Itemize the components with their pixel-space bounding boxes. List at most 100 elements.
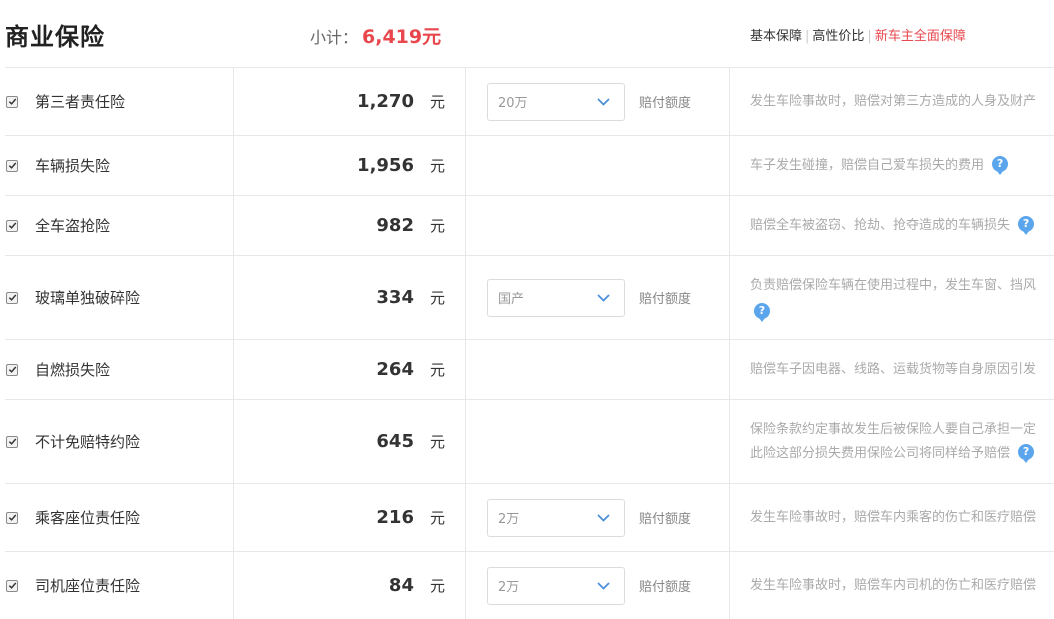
row-checkbox[interactable] [6,291,18,304]
premium-unit: 元 [429,289,445,307]
premium-value: 334 [376,287,414,308]
header: 商业保险 小计： 6,419元 基本保障 | 高性价比 | 新车主全面保障 [0,0,1054,68]
row-checkbox[interactable] [6,435,18,448]
description: 保险条款约定事故发生后被保险人要自己承担一定 此险这部分损失费用保险公司将同样给予… [750,418,1036,466]
coverage-select[interactable]: 2万 [487,566,625,605]
subtotal-amount: 6,419元 [362,26,442,48]
description-line: 赔偿全车被盗窃、抢劫、抢夺造成的车辆损失 [750,217,1011,233]
description-line: 发生车险事故时，赔偿车内乘客的伤亡和医疗赔偿 [750,509,1037,525]
price-cell: 264 元 [234,340,466,399]
premium-unit: 元 [429,361,445,379]
check-icon [8,98,16,105]
description: 赔偿全车被盗窃、抢劫、抢夺造成的车辆损失? [750,214,1035,238]
description-line: 保险条款约定事故发生后被保险人要自己承担一定 [750,421,1037,437]
insurance-name: 第三者责任险 [35,93,126,111]
insurance-row: 玻璃单独破碎险 334 元 国产 赔付额度 负责赔偿保险车辆在使用过程中，发生车窗… [5,255,1054,339]
row-checkbox[interactable] [6,95,18,108]
option-cell: 2万 赔付额度 [466,484,730,551]
insurance-row: 车辆损失险 1,956 元 车子发生碰撞，赔偿自己爱车损失的费用? [5,135,1054,195]
description: 负责赔偿保险车辆在使用过程中，发生车窗、挡风? [750,274,1036,322]
help-icon[interactable]: ? [992,156,1009,175]
tab-value[interactable]: 高性价比 [812,29,864,44]
name-cell: 全车盗抢险 [5,196,234,255]
option-cell [466,136,730,195]
price-cell: 216 元 [234,484,466,551]
description-cell: 发生车险事故时，赔偿车内司机的伤亡和医疗赔偿 [730,552,1054,619]
insurance-row: 乘客座位责任险 216 元 2万 赔付额度 发生车险事故时，赔偿车内乘客的伤亡和医… [5,483,1054,551]
premium-unit: 元 [429,217,445,235]
premium-value: 84 [388,575,414,596]
option-cell: 2万 赔付额度 [466,552,730,619]
price-cell: 645 元 [234,400,466,483]
description: 发生车险事故时，赔偿车内乘客的伤亡和医疗赔偿 [750,506,1036,530]
premium-value: 645 [376,431,414,452]
description-cell: 发生车险事故时，赔偿对第三方造成的人身及财产 [730,68,1054,135]
help-icon[interactable]: ? [1018,216,1035,235]
chevron-down-icon [597,97,610,106]
description: 发生车险事故时，赔偿车内司机的伤亡和医疗赔偿 [750,574,1036,598]
description-cell: 赔偿车子因电器、线路、运载货物等自身原因引发 [730,340,1054,399]
row-checkbox[interactable] [6,363,18,376]
description-line: 此险这部分损失费用保险公司将同样给予赔偿 [750,445,1011,461]
coverage-select[interactable]: 国产 [487,278,625,317]
description-line: 负责赔偿保险车辆在使用过程中，发生车窗、挡风 [750,277,1037,293]
help-icon[interactable]: ? [754,303,770,322]
name-cell: 乘客座位责任险 [5,484,234,551]
check-icon [8,222,16,229]
coverage-select-value: 2万 [498,512,520,527]
insurance-row: 不计免赔特约险 645 元 保险条款约定事故发生后被保险人要自己承担一定 此险这部… [5,399,1054,483]
description-cell: 车子发生碰撞，赔偿自己爱车损失的费用? [730,136,1054,195]
option-cell [466,400,730,483]
price-cell: 1,270 元 [234,68,466,135]
price-cell: 1,956 元 [234,136,466,195]
tab-new-owner[interactable]: 新车主全面保障 [875,29,966,44]
coverage-select-value: 2万 [498,580,520,595]
insurance-row: 自燃损失险 264 元 赔偿车子因电器、线路、运载货物等自身原因引发 [5,339,1054,399]
help-icon[interactable]: ? [1018,444,1035,463]
insurance-table: 第三者责任险 1,270 元 20万 赔付额度 发生车险事故时，赔偿对第三方造成的… [5,67,1054,619]
insurance-name: 自燃损失险 [35,361,111,379]
premium-value: 216 [376,507,414,528]
insurance-row: 司机座位责任险 84 元 2万 赔付额度 发生车险事故时，赔偿车内司机的伤亡和医疗… [5,551,1054,619]
coverage-label: 赔付额度 [639,96,692,111]
price-cell: 982 元 [234,196,466,255]
coverage-label: 赔付额度 [639,292,692,307]
name-cell: 车辆损失险 [5,136,234,195]
coverage-select-value: 国产 [498,292,525,307]
check-icon [8,366,16,373]
check-icon [8,582,16,589]
premium-unit: 元 [429,577,445,595]
premium-value: 264 [376,359,414,380]
option-cell: 20万 赔付额度 [466,68,730,135]
coverage-select[interactable]: 20万 [487,82,625,121]
description: 赔偿车子因电器、线路、运载货物等自身原因引发 [750,358,1036,382]
check-icon [8,514,16,521]
row-checkbox[interactable] [6,579,18,592]
option-cell: 国产 赔付额度 [466,256,730,339]
description-line: 发生车险事故时，赔偿对第三方造成的人身及财产 [750,93,1037,109]
premium-unit: 元 [429,157,445,175]
row-checkbox[interactable] [6,159,18,172]
name-cell: 司机座位责任险 [5,552,234,619]
tab-divider: | [867,29,872,44]
chevron-down-icon [597,293,610,302]
check-icon [8,438,16,445]
description-line: 发生车险事故时，赔偿车内司机的伤亡和医疗赔偿 [750,577,1037,593]
row-checkbox[interactable] [6,511,18,524]
subtotal-label: 小计： [310,28,359,47]
row-checkbox[interactable] [6,219,18,232]
insurance-row: 第三者责任险 1,270 元 20万 赔付额度 发生车险事故时，赔偿对第三方造成的… [5,67,1054,135]
coverage-label: 赔付额度 [639,512,692,527]
price-cell: 334 元 [234,256,466,339]
check-icon [8,162,16,169]
description-line: 赔偿车子因电器、线路、运载货物等自身原因引发 [750,361,1037,377]
tab-basic[interactable]: 基本保障 [750,29,802,44]
option-cell [466,340,730,399]
name-cell: 玻璃单独破碎险 [5,256,234,339]
description-cell: 保险条款约定事故发生后被保险人要自己承担一定 此险这部分损失费用保险公司将同样给予… [730,400,1054,483]
description-cell: 负责赔偿保险车辆在使用过程中，发生车窗、挡风? [730,256,1054,339]
insurance-name: 司机座位责任险 [35,577,141,595]
description-cell: 发生车险事故时，赔偿车内乘客的伤亡和医疗赔偿 [730,484,1054,551]
coverage-select[interactable]: 2万 [487,498,625,537]
check-icon [8,294,16,301]
